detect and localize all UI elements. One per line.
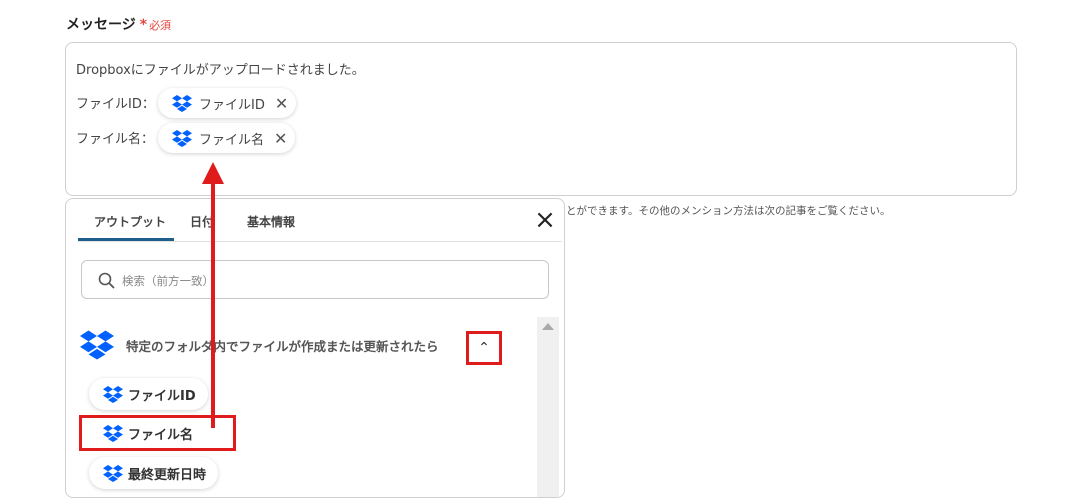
message-line-1: Dropboxにファイルがアップロードされました。 [76, 63, 365, 78]
collapse-toggle-button[interactable]: ⌃ [466, 331, 502, 365]
chevron-up-icon: ⌃ [478, 340, 490, 356]
dropbox-icon [103, 424, 123, 442]
dropbox-icon [103, 464, 123, 482]
search-icon [98, 272, 115, 289]
tab-output[interactable]: アウトプット [94, 213, 166, 230]
search-input[interactable]: 検索（前方一致） [81, 260, 549, 299]
dropbox-icon [103, 385, 123, 403]
required-text: 必須 [149, 19, 172, 32]
dropbox-icon [80, 330, 114, 360]
output-picker-panel: アウトプット 日付 基本情報 × 検索（前方一致） 特定のフォルダ内でファイルが… [65, 198, 565, 498]
scroll-up-arrow-icon[interactable] [542, 323, 554, 330]
variable-chip-file-id[interactable]: ファイルID ✕ [158, 88, 297, 118]
output-item-file-id[interactable]: ファイルID [89, 378, 208, 410]
search-placeholder: 検索（前方一致） [122, 274, 214, 288]
annotation-arrow-line [211, 178, 215, 428]
dropbox-icon [172, 129, 192, 147]
annotation-arrow-head-icon [202, 162, 224, 184]
scrollbar[interactable] [537, 317, 559, 497]
remove-chip-icon[interactable]: ✕ [275, 94, 288, 113]
output-item-label: ファイル名 [128, 427, 194, 443]
dropbox-icon [172, 94, 192, 112]
helper-text: とができます。その他のメンション方法は次の記事をご覧ください。 [566, 205, 891, 217]
remove-chip-icon[interactable]: ✕ [274, 129, 287, 148]
field-label: メッセージ * 必須 [66, 14, 171, 34]
tab-basic-info[interactable]: 基本情報 [247, 213, 295, 230]
tab-divider [78, 241, 562, 242]
active-tab-indicator [78, 238, 174, 241]
message-line-2-label: ファイルID： [76, 97, 155, 112]
message-line-3-label: ファイル名： [76, 132, 155, 147]
close-icon[interactable]: × [532, 207, 558, 233]
field-label-text: メッセージ [66, 17, 136, 33]
trigger-group-title: 特定のフォルダ内でファイルが作成または更新されたら [126, 339, 439, 354]
variable-chip-file-name[interactable]: ファイル名 ✕ [158, 123, 296, 153]
required-mark: * [139, 17, 148, 33]
output-item-label: ファイルID [128, 388, 196, 404]
variable-chip-label: ファイル名 [199, 132, 265, 148]
output-item-label: 最終更新日時 [128, 467, 207, 483]
variable-chip-label: ファイルID [199, 97, 265, 113]
output-item-last-modified[interactable]: 最終更新日時 [89, 457, 219, 489]
